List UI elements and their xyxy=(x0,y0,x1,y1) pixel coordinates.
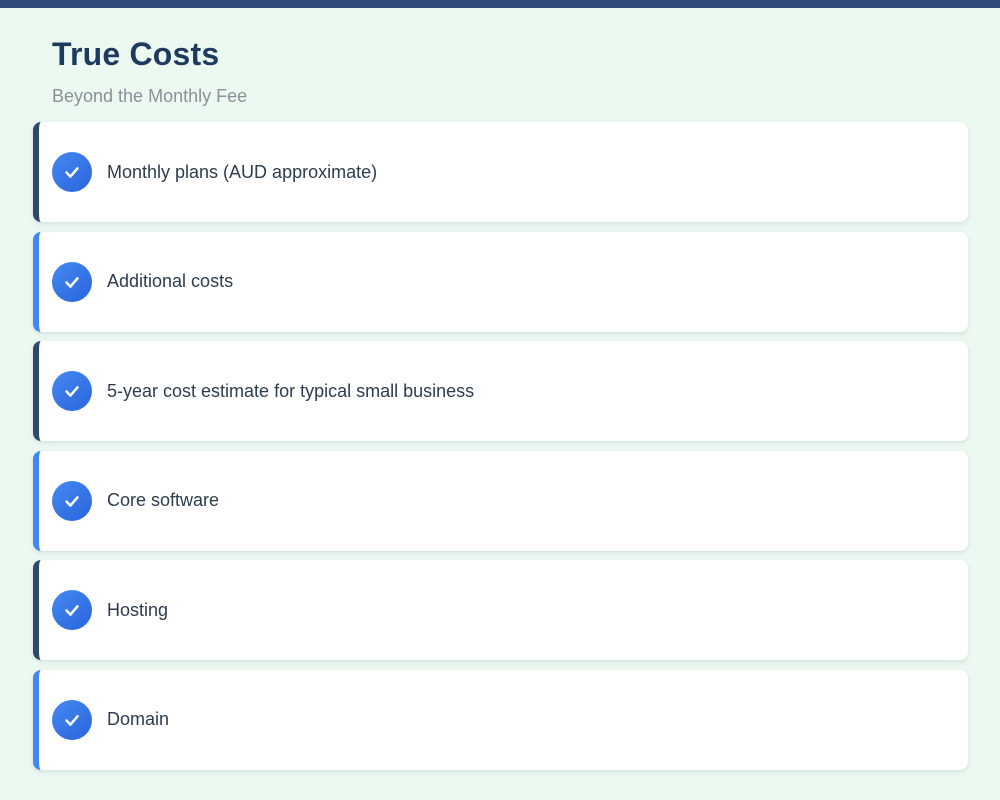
checklist: Monthly plans (AUD approximate) Addition… xyxy=(33,122,968,770)
checklist-card-label: Hosting xyxy=(107,600,168,621)
checklist-card-label: Monthly plans (AUD approximate) xyxy=(107,162,377,183)
page-header: True Costs Beyond the Monthly Fee xyxy=(0,8,1000,107)
page-title: True Costs xyxy=(52,36,1000,73)
checklist-card-label: 5-year cost estimate for typical small b… xyxy=(107,381,474,402)
checklist-card-label: Domain xyxy=(107,709,169,730)
checklist-card[interactable]: Hosting xyxy=(33,560,968,660)
checklist-card-label: Additional costs xyxy=(107,271,233,292)
checklist-card-label: Core software xyxy=(107,490,219,511)
check-icon[interactable] xyxy=(52,590,92,630)
check-icon[interactable] xyxy=(52,262,92,302)
check-icon[interactable] xyxy=(52,700,92,740)
checklist-card[interactable]: Monthly plans (AUD approximate) xyxy=(33,122,968,222)
checklist-card[interactable]: Domain xyxy=(33,670,968,770)
check-icon[interactable] xyxy=(52,371,92,411)
page-subtitle: Beyond the Monthly Fee xyxy=(52,86,1000,107)
checklist-card[interactable]: Additional costs xyxy=(33,232,968,332)
checklist-card[interactable]: Core software xyxy=(33,451,968,551)
check-icon[interactable] xyxy=(52,481,92,521)
checklist-card[interactable]: 5-year cost estimate for typical small b… xyxy=(33,341,968,441)
top-accent-bar xyxy=(0,0,1000,8)
check-icon[interactable] xyxy=(52,152,92,192)
